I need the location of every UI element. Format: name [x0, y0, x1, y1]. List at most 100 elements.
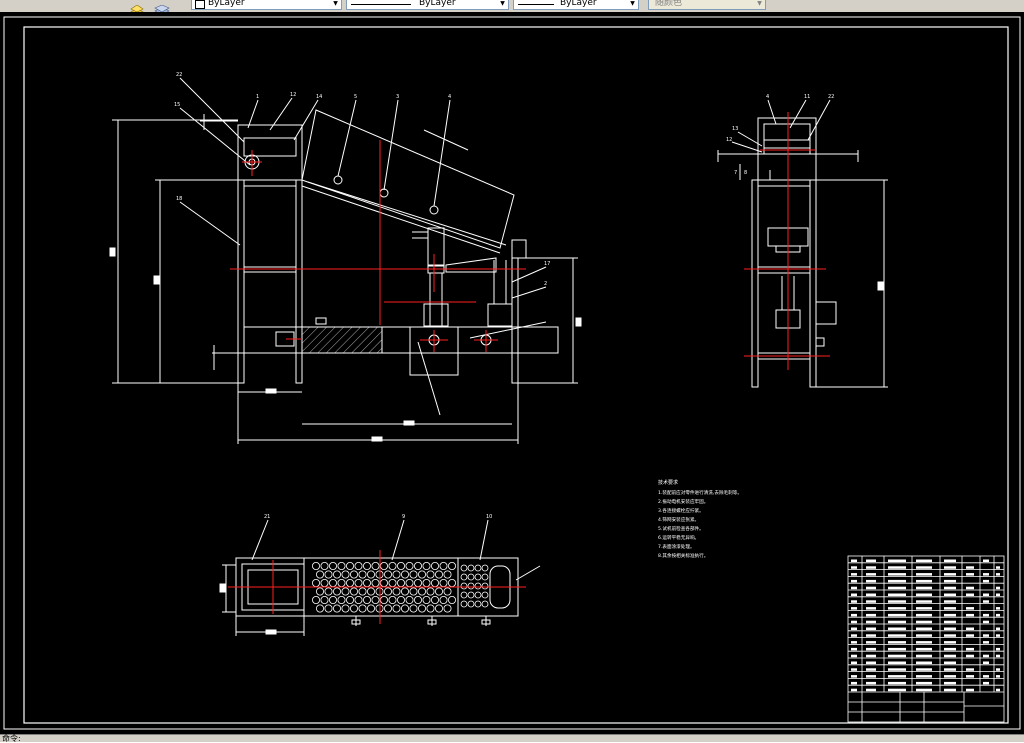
screen-hole	[349, 604, 358, 613]
bom-cell-text	[944, 566, 956, 569]
part-callout: 8	[744, 170, 747, 176]
part-callout: 14	[316, 94, 322, 100]
bom-cell-text	[966, 668, 974, 671]
color-control-dropdown[interactable]: ByLayer ▼	[191, 0, 342, 10]
bom-cell-text	[944, 559, 956, 562]
bom-cell-text	[888, 593, 906, 596]
lineweight-control-value: ByLayer	[560, 0, 597, 8]
bom-cell-text	[966, 586, 974, 590]
screen-hole	[311, 579, 320, 588]
screen-hole	[474, 591, 482, 599]
bom-cell-text	[866, 600, 876, 603]
bom-cell-text	[888, 600, 906, 603]
bom-cell-text	[916, 675, 932, 678]
screen-hole	[341, 587, 350, 596]
screen-hole	[439, 562, 448, 571]
screen-hole	[439, 596, 448, 605]
bom-cell-text	[966, 675, 974, 678]
bom-cell-text	[966, 573, 974, 576]
screen-hole	[474, 573, 482, 581]
layers-manager-icon[interactable]	[130, 0, 144, 16]
screen-hole	[362, 579, 371, 588]
plotstyle-control-dropdown[interactable]: 随颜色 ▼	[648, 0, 766, 10]
bom-cell-text	[866, 641, 876, 644]
screen-hole	[474, 600, 482, 608]
screen-hole	[443, 587, 452, 596]
bom-cell-text	[966, 607, 974, 610]
part-callout: 12	[290, 92, 296, 98]
bom-cell-text	[944, 641, 956, 644]
linetype-control-dropdown[interactable]: ByLayer ▼	[346, 0, 509, 10]
screen-hole	[396, 562, 405, 571]
screen-hole	[345, 562, 354, 571]
screen-hole	[400, 570, 409, 579]
bom-cell-text	[966, 654, 974, 658]
bom-cell-text	[866, 634, 876, 637]
screen-hole	[467, 573, 475, 581]
screen-hole	[405, 562, 414, 571]
bom-cell-text	[888, 641, 906, 644]
bom-cell-text	[944, 586, 956, 590]
screen-hole	[341, 570, 350, 579]
bom-cell-text	[866, 661, 876, 664]
bom-cell-text	[944, 620, 956, 624]
screen-hole	[332, 604, 341, 613]
bom-cell-text	[866, 654, 876, 658]
screen-hole	[354, 579, 363, 588]
screen-hole	[405, 596, 414, 605]
bom-cell-text	[916, 579, 932, 583]
screen-hole	[481, 573, 489, 581]
screen-hole	[392, 604, 401, 613]
part-callout: 5	[354, 94, 357, 100]
layer-states-icon[interactable]	[154, 0, 170, 16]
screen-hole	[332, 587, 341, 596]
bom-cell-text	[996, 668, 1000, 671]
bom-cell-text	[944, 607, 956, 610]
screen-hole	[460, 582, 468, 590]
bom-cell-text	[916, 607, 932, 610]
screen-hole	[315, 570, 324, 579]
bom-cell-text	[888, 559, 906, 562]
screen-hole	[413, 579, 422, 588]
drawing-canvas[interactable]: 22 15 1 12 14 5 3 4 18 17 2 4 11 22 13 1…	[0, 12, 1024, 734]
bom-cell-text	[966, 566, 974, 569]
bom-cell-text	[866, 668, 876, 671]
screen-hole	[447, 562, 456, 571]
bom-cell-text	[916, 688, 932, 692]
chevron-down-icon: ▼	[500, 0, 505, 7]
lineweight-control-dropdown[interactable]: ByLayer ▼	[513, 0, 639, 10]
bom-cell-text	[944, 647, 956, 651]
screen-hole	[383, 570, 392, 579]
screen-hole	[430, 579, 439, 588]
screen-hole	[371, 596, 380, 605]
color-swatch	[195, 0, 205, 9]
command-line[interactable]: 命令:	[0, 734, 1024, 743]
bom-cell-text	[851, 688, 857, 692]
bom-cell-text	[888, 661, 906, 664]
bom-cell-text	[983, 600, 989, 603]
bom-cell-text	[983, 613, 989, 617]
screen-hole	[328, 579, 337, 588]
screen-hole	[320, 579, 329, 588]
bom-cell-text	[966, 647, 974, 651]
bom-cell-text	[866, 675, 876, 678]
drawing-frame	[23, 26, 1009, 724]
linetype-control-value: ByLayer	[419, 0, 456, 8]
bom-cell-text	[916, 647, 932, 651]
technical-notes: 技术要求 1.装配前应对零件进行清洗,去除毛刺等。 2.振动电机安装应牢固。 3.各…	[658, 479, 742, 559]
bom-cell-text	[996, 675, 1000, 678]
bom-cell-text	[916, 681, 932, 685]
part-callout: 3	[396, 94, 399, 100]
screen-hole	[413, 596, 422, 605]
screen-hole	[474, 564, 482, 572]
part-callout: 12	[726, 137, 732, 143]
bom-cell-text	[888, 668, 906, 671]
bom-cell-text	[916, 600, 932, 603]
screen-hole	[366, 604, 375, 613]
bom-cell-text	[996, 613, 1000, 617]
bom-cell-text	[866, 607, 876, 610]
part-callout: 4	[766, 94, 769, 100]
bom-cell-text	[966, 613, 974, 617]
screen-hole	[434, 570, 443, 579]
screen-hole	[324, 570, 333, 579]
